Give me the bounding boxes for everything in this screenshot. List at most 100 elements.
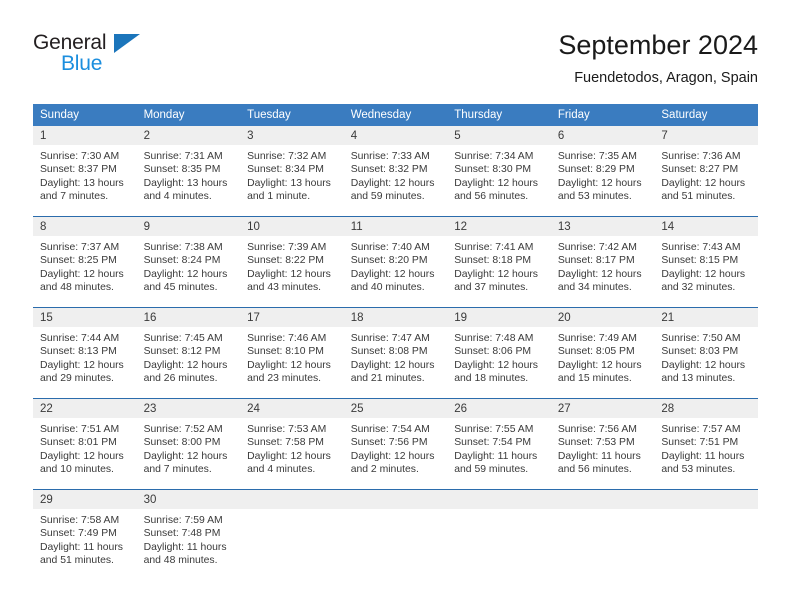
calendar-day-cell[interactable]: 9 Sunrise: 7:38 AM Sunset: 8:24 PM Daylight… xyxy=(136,216,241,308)
daylight-text-line1: Daylight: 12 hours xyxy=(454,268,538,280)
sunrise-text: Sunrise: 7:40 AM xyxy=(350,242,430,253)
sunrise-text: Sunrise: 7:54 AM xyxy=(350,424,430,435)
day-details: Sunrise: 7:37 AM Sunset: 8:25 PM Daylight:… xyxy=(33,236,137,295)
day-cell-inner: 5 Sunrise: 7:34 AM Sunset: 8:30 PM Daylight… xyxy=(447,126,551,216)
calendar-week-row: 29 Sunrise: 7:58 AM Sunset: 7:49 PM Dayligh… xyxy=(33,489,758,580)
calendar-day-cell[interactable]: 21 Sunrise: 7:50 AM Sunset: 8:03 PM Dayligh… xyxy=(654,307,758,399)
day-cell-inner: 16 Sunrise: 7:45 AM Sunset: 8:12 PM Dayligh… xyxy=(136,308,241,398)
sunrise-text: Sunrise: 7:37 AM xyxy=(40,242,120,253)
sunset-text: Sunset: 8:08 PM xyxy=(350,346,428,358)
calendar-day-cell[interactable]: 4 Sunrise: 7:33 AM Sunset: 8:32 PM Daylight… xyxy=(343,126,448,217)
weekday-header-saturday: Saturday xyxy=(654,104,758,126)
daylight-text-line1: Daylight: 12 hours xyxy=(143,450,228,462)
day-number: 12 xyxy=(447,217,551,236)
sunset-text: Sunset: 8:22 PM xyxy=(247,255,324,267)
daylight-text-line2: and 10 minutes. xyxy=(40,464,114,476)
calendar-day-cell[interactable]: 15 Sunrise: 7:44 AM Sunset: 8:13 PM Dayligh… xyxy=(33,307,137,399)
calendar-day-cell[interactable]: 3 Sunrise: 7:32 AM Sunset: 8:34 PM Daylight… xyxy=(240,126,344,217)
day-details: Sunrise: 7:49 AM Sunset: 8:05 PM Daylight:… xyxy=(551,327,655,386)
calendar-day-cell[interactable]: 25 Sunrise: 7:54 AM Sunset: 7:56 PM Dayligh… xyxy=(343,398,448,490)
day-cell-inner: 14 Sunrise: 7:43 AM Sunset: 8:15 PM Dayligh… xyxy=(654,217,758,307)
day-cell-inner: 6 Sunrise: 7:35 AM Sunset: 8:29 PM Daylight… xyxy=(550,126,655,216)
daylight-text-line1: Daylight: 11 hours xyxy=(661,450,745,462)
sunset-text: Sunset: 8:29 PM xyxy=(557,164,635,176)
calendar-day-cell[interactable]: 11 Sunrise: 7:40 AM Sunset: 8:20 PM Dayligh… xyxy=(343,216,448,308)
calendar-day-cell[interactable]: 18 Sunrise: 7:47 AM Sunset: 8:08 PM Dayligh… xyxy=(343,307,448,399)
sunset-text: Sunset: 8:10 PM xyxy=(247,346,324,358)
calendar-day-cell[interactable]: 22 Sunrise: 7:51 AM Sunset: 8:01 PM Dayligh… xyxy=(33,398,137,490)
daylight-text-line1: Daylight: 12 hours xyxy=(350,359,435,371)
day-number: 14 xyxy=(654,217,758,236)
day-details xyxy=(551,509,655,514)
calendar-day-cell[interactable]: 27 Sunrise: 7:56 AM Sunset: 7:53 PM Dayligh… xyxy=(550,398,655,490)
sunset-text: Sunset: 8:37 PM xyxy=(40,164,117,176)
calendar-day-cell[interactable]: 2 Sunrise: 7:31 AM Sunset: 8:35 PM Daylight… xyxy=(136,126,241,217)
day-cell-inner: 10 Sunrise: 7:39 AM Sunset: 8:22 PM Dayligh… xyxy=(240,217,344,307)
calendar-day-cell[interactable]: 7 Sunrise: 7:36 AM Sunset: 8:27 PM Daylight… xyxy=(654,126,758,217)
day-number: 13 xyxy=(550,217,655,236)
day-cell-inner: 8 Sunrise: 7:37 AM Sunset: 8:25 PM Daylight… xyxy=(33,217,137,307)
calendar-day-cell[interactable]: 23 Sunrise: 7:52 AM Sunset: 8:00 PM Dayligh… xyxy=(136,398,241,490)
day-cell-inner: 20 Sunrise: 7:49 AM Sunset: 8:05 PM Dayligh… xyxy=(550,308,655,398)
daylight-text-line2: and 23 minutes. xyxy=(247,373,322,385)
day-cell-inner: 30 Sunrise: 7:59 AM Sunset: 7:48 PM Dayligh… xyxy=(136,490,241,580)
daylight-text-line1: Daylight: 12 hours xyxy=(661,268,746,280)
day-number: 3 xyxy=(240,126,344,145)
day-number: 2 xyxy=(136,126,241,145)
daylight-text-line2: and 51 minutes. xyxy=(40,555,114,567)
sunrise-text: Sunrise: 7:56 AM xyxy=(557,424,637,435)
calendar-day-cell[interactable]: 5 Sunrise: 7:34 AM Sunset: 8:30 PM Daylight… xyxy=(447,126,551,217)
calendar-day-cell[interactable]: 10 Sunrise: 7:39 AM Sunset: 8:22 PM Dayligh… xyxy=(240,216,344,308)
day-number: 17 xyxy=(240,308,344,327)
sunset-text: Sunset: 8:25 PM xyxy=(40,255,117,267)
calendar-day-cell[interactable]: 24 Sunrise: 7:53 AM Sunset: 7:58 PM Dayligh… xyxy=(240,398,344,490)
calendar-day-cell[interactable]: 28 Sunrise: 7:57 AM Sunset: 7:51 PM Dayligh… xyxy=(654,398,758,490)
weekday-header-wednesday: Wednesday xyxy=(343,104,448,126)
calendar-day-cell[interactable]: 8 Sunrise: 7:37 AM Sunset: 8:25 PM Daylight… xyxy=(33,216,137,308)
calendar-day-cell[interactable]: 19 Sunrise: 7:48 AM Sunset: 8:06 PM Dayligh… xyxy=(447,307,551,399)
calendar-day-cell[interactable]: 6 Sunrise: 7:35 AM Sunset: 8:29 PM Daylight… xyxy=(550,126,655,217)
daylight-text-line1: Daylight: 12 hours xyxy=(247,359,331,371)
sunrise-text: Sunrise: 7:57 AM xyxy=(661,424,741,435)
daylight-text-line1: Daylight: 12 hours xyxy=(350,177,435,189)
sunrise-text: Sunrise: 7:32 AM xyxy=(247,151,327,162)
daylight-text-line2: and 18 minutes. xyxy=(454,373,529,385)
sunset-text: Sunset: 8:32 PM xyxy=(350,164,428,176)
day-cell-inner: 9 Sunrise: 7:38 AM Sunset: 8:24 PM Daylight… xyxy=(136,217,241,307)
daylight-text-line1: Daylight: 11 hours xyxy=(454,450,538,462)
sunrise-text: Sunrise: 7:43 AM xyxy=(661,242,741,253)
calendar-day-cell[interactable]: 16 Sunrise: 7:45 AM Sunset: 8:12 PM Dayligh… xyxy=(136,307,241,399)
sunrise-text: Sunrise: 7:45 AM xyxy=(143,333,223,344)
daylight-text-line1: Daylight: 12 hours xyxy=(350,450,435,462)
sunset-text: Sunset: 8:34 PM xyxy=(247,164,324,176)
sunrise-text: Sunrise: 7:35 AM xyxy=(557,151,637,162)
calendar-day-cell[interactable]: 12 Sunrise: 7:41 AM Sunset: 8:18 PM Dayligh… xyxy=(447,216,551,308)
daylight-text-line1: Daylight: 12 hours xyxy=(143,359,228,371)
general-blue-logo[interactable]: General Blue xyxy=(33,31,163,83)
daylight-text-line1: Daylight: 12 hours xyxy=(661,177,746,189)
day-details xyxy=(240,509,344,514)
day-details: Sunrise: 7:47 AM Sunset: 8:08 PM Daylight:… xyxy=(344,327,448,386)
calendar-day-cell[interactable]: 30 Sunrise: 7:59 AM Sunset: 7:48 PM Dayligh… xyxy=(136,489,241,580)
day-cell-inner: 15 Sunrise: 7:44 AM Sunset: 8:13 PM Dayligh… xyxy=(33,308,137,398)
page-header: General Blue September 2024 Fuendetodos,… xyxy=(33,28,758,94)
day-cell-inner: 7 Sunrise: 7:36 AM Sunset: 8:27 PM Daylight… xyxy=(654,126,758,216)
day-cell-inner: 19 Sunrise: 7:48 AM Sunset: 8:06 PM Dayligh… xyxy=(447,308,551,398)
calendar-week-row: 1 Sunrise: 7:30 AM Sunset: 8:37 PM Daylight… xyxy=(33,126,758,217)
day-details: Sunrise: 7:35 AM Sunset: 8:29 PM Daylight:… xyxy=(551,145,655,204)
calendar-day-cell[interactable]: 20 Sunrise: 7:49 AM Sunset: 8:05 PM Dayligh… xyxy=(550,307,655,399)
day-cell-inner xyxy=(240,490,344,580)
calendar-day-cell[interactable]: 17 Sunrise: 7:46 AM Sunset: 8:10 PM Dayligh… xyxy=(240,307,344,399)
calendar-day-cell[interactable]: 26 Sunrise: 7:55 AM Sunset: 7:54 PM Dayligh… xyxy=(447,398,551,490)
calendar-day-cell[interactable]: 1 Sunrise: 7:30 AM Sunset: 8:37 PM Daylight… xyxy=(33,126,137,217)
daylight-text-line2: and 53 minutes. xyxy=(557,191,632,203)
day-number xyxy=(343,490,448,509)
day-number: 22 xyxy=(33,399,137,418)
sunrise-text: Sunrise: 7:39 AM xyxy=(247,242,327,253)
daylight-text-line1: Daylight: 12 hours xyxy=(350,268,435,280)
calendar-week-row: 22 Sunrise: 7:51 AM Sunset: 8:01 PM Dayligh… xyxy=(33,398,758,490)
calendar-day-cell[interactable]: 14 Sunrise: 7:43 AM Sunset: 8:15 PM Dayligh… xyxy=(654,216,758,308)
calendar-day-cell[interactable]: 13 Sunrise: 7:42 AM Sunset: 8:17 PM Dayligh… xyxy=(550,216,655,308)
day-details xyxy=(344,509,448,514)
calendar-day-cell[interactable]: 29 Sunrise: 7:58 AM Sunset: 7:49 PM Dayligh… xyxy=(33,489,137,580)
